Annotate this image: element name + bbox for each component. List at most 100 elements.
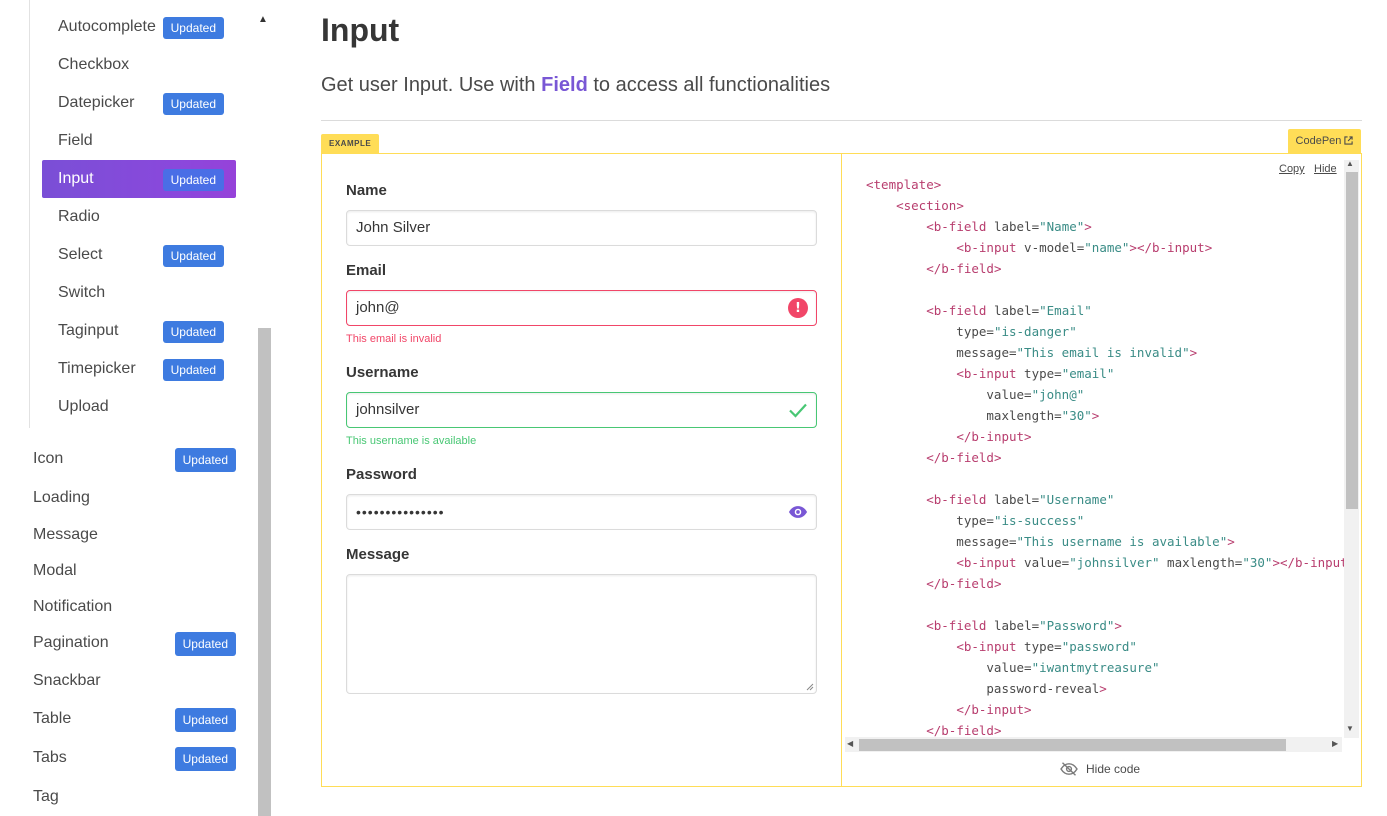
sidebar-item-radio[interactable]: Radio [42, 198, 236, 236]
subtitle-text: Get user Input. Use with [321, 74, 542, 96]
sidebar-item-label: Table [33, 710, 72, 727]
sidebar-item-taginput[interactable]: Taginput Updated [42, 312, 236, 350]
email-value: john@ [356, 299, 400, 316]
sidebar-item-message[interactable]: Message [17, 516, 236, 554]
name-input[interactable]: John Silver [346, 210, 817, 246]
code-line: type="is-success" [866, 513, 1085, 528]
email-input[interactable]: john@ [346, 290, 817, 326]
sidebar-item-label: Snackbar [33, 672, 101, 689]
sidebar-item-input[interactable]: Input Updated [42, 160, 236, 198]
sidebar-item-select[interactable]: Select Updated [42, 236, 236, 274]
sidebar-item-loading[interactable]: Loading [17, 479, 236, 517]
updated-badge: Updated [162, 169, 224, 191]
code-line: <b-field label="Email" [926, 303, 1092, 318]
code-line: <b-input v-model="name"></b-input> [956, 240, 1213, 255]
updated-badge: Updated [162, 359, 224, 381]
code-line: <section> [896, 198, 964, 213]
scroll-right-icon[interactable]: ▶ [1332, 739, 1338, 748]
password-value: ••••••••••••••• [356, 504, 445, 520]
code-block: <template> <section> <b-field label="Nam… [866, 174, 1344, 740]
sidebar-item-label: Notification [33, 598, 113, 615]
sidebar-item-tag[interactable]: Tag [17, 778, 236, 816]
code-line: <b-field label="Username" [926, 492, 1115, 507]
code-line: </b-field> [926, 261, 1002, 276]
sidebar-item-checkbox[interactable]: Checkbox [42, 46, 236, 84]
username-help: This username is available [346, 435, 477, 447]
collapse-caret-icon[interactable]: ▲ [258, 14, 268, 25]
example-divider [841, 153, 842, 787]
sidebar-item-snackbar[interactable]: Snackbar [17, 662, 236, 700]
scroll-up-icon[interactable]: ▲ [1346, 159, 1354, 168]
updated-badge: Updated [162, 17, 224, 39]
code-line: <b-input type="email" [956, 366, 1115, 381]
message-textarea[interactable] [346, 574, 817, 694]
field-link[interactable]: Field [541, 74, 588, 96]
code-line: <b-input value="johnsilver" maxlength="3… [956, 555, 1344, 570]
page-subtitle: Get user Input. Use with Field to access… [321, 74, 830, 97]
sidebar-item-label: Select [58, 246, 103, 263]
sidebar-item-label: Checkbox [58, 56, 130, 73]
sidebar-item-field[interactable]: Field [42, 122, 236, 160]
code-line: <template> [866, 177, 942, 192]
sidebar-scrollbar[interactable] [258, 328, 271, 816]
code-line: message="This email is invalid"> [866, 345, 1198, 360]
sidebar-item-label: Datepicker [58, 94, 135, 111]
sidebar-item-label: Pagination [33, 634, 109, 651]
updated-badge: Updated [174, 632, 236, 656]
sidebar-item-autocomplete[interactable]: Autocomplete Updated [42, 8, 236, 46]
code-horizontal-thumb[interactable] [859, 739, 1286, 751]
sidebar-item-label: Radio [58, 208, 100, 225]
sidebar-item-modal[interactable]: Modal [17, 552, 236, 590]
username-input[interactable]: johnsilver [346, 392, 817, 428]
sidebar-item-label: Message [33, 526, 98, 543]
resize-grip-icon[interactable] [806, 683, 814, 691]
sidebar-item-label: Loading [33, 489, 90, 506]
sidebar-item-switch[interactable]: Switch [42, 274, 236, 312]
email-label: Email [346, 262, 387, 279]
sidebar-item-table[interactable]: Table Updated [17, 700, 236, 738]
code-line: <b-field label="Password"> [926, 618, 1122, 633]
check-icon [788, 400, 808, 420]
sidebar-item-icon[interactable]: Icon Updated [17, 440, 236, 478]
updated-badge: Updated [162, 93, 224, 115]
password-label: Password [346, 466, 417, 483]
codepen-label: CodePen [1295, 135, 1342, 147]
eye-off-icon [1060, 762, 1078, 776]
alert-circle-icon: ! [788, 298, 808, 318]
sidebar-item-timepicker[interactable]: Timepicker Updated [42, 350, 236, 388]
code-line: </b-input> [956, 429, 1032, 444]
code-line: </b-field> [926, 576, 1002, 591]
code-line: message="This username is available"> [866, 534, 1235, 549]
page-title: Input [321, 12, 400, 48]
code-line: value="john@" [866, 387, 1085, 402]
sidebar-item-label: Icon [33, 450, 64, 467]
username-label: Username [346, 364, 419, 381]
hide-code-button[interactable]: Hide code [1060, 762, 1140, 776]
sidebar-item-upload[interactable]: Upload [42, 388, 236, 426]
sidebar-item-notification[interactable]: Notification [17, 588, 236, 626]
code-line: <b-field label="Name"> [926, 219, 1092, 234]
sidebar-item-label: Autocomplete [58, 18, 156, 35]
sidebar-item-datepicker[interactable]: Datepicker Updated [42, 84, 236, 122]
sidebar-item-pagination[interactable]: Pagination Updated [17, 624, 236, 662]
updated-badge: Updated [162, 321, 224, 343]
codepen-button[interactable]: CodePen [1288, 129, 1361, 154]
code-line: <b-input type="password" [956, 639, 1137, 654]
sidebar-item-label: Tag [33, 788, 59, 805]
example-tag: EXAMPLE [321, 134, 380, 154]
sidebar-item-label: Taginput [58, 322, 119, 339]
code-line: type="is-danger" [866, 324, 1077, 339]
scroll-left-icon[interactable]: ◀ [847, 739, 853, 748]
hide-code-label: Hide code [1086, 762, 1141, 776]
eye-icon[interactable] [788, 502, 808, 522]
message-label: Message [346, 546, 410, 563]
updated-badge: Updated [174, 747, 236, 771]
sidebar-item-tabs[interactable]: Tabs Updated [17, 739, 236, 777]
scroll-down-icon[interactable]: ▼ [1346, 724, 1354, 733]
password-input[interactable]: ••••••••••••••• [346, 494, 817, 530]
external-link-icon [1344, 136, 1354, 145]
email-help: This email is invalid [346, 333, 442, 345]
code-vertical-thumb[interactable] [1346, 172, 1358, 509]
username-value: johnsilver [356, 401, 420, 418]
